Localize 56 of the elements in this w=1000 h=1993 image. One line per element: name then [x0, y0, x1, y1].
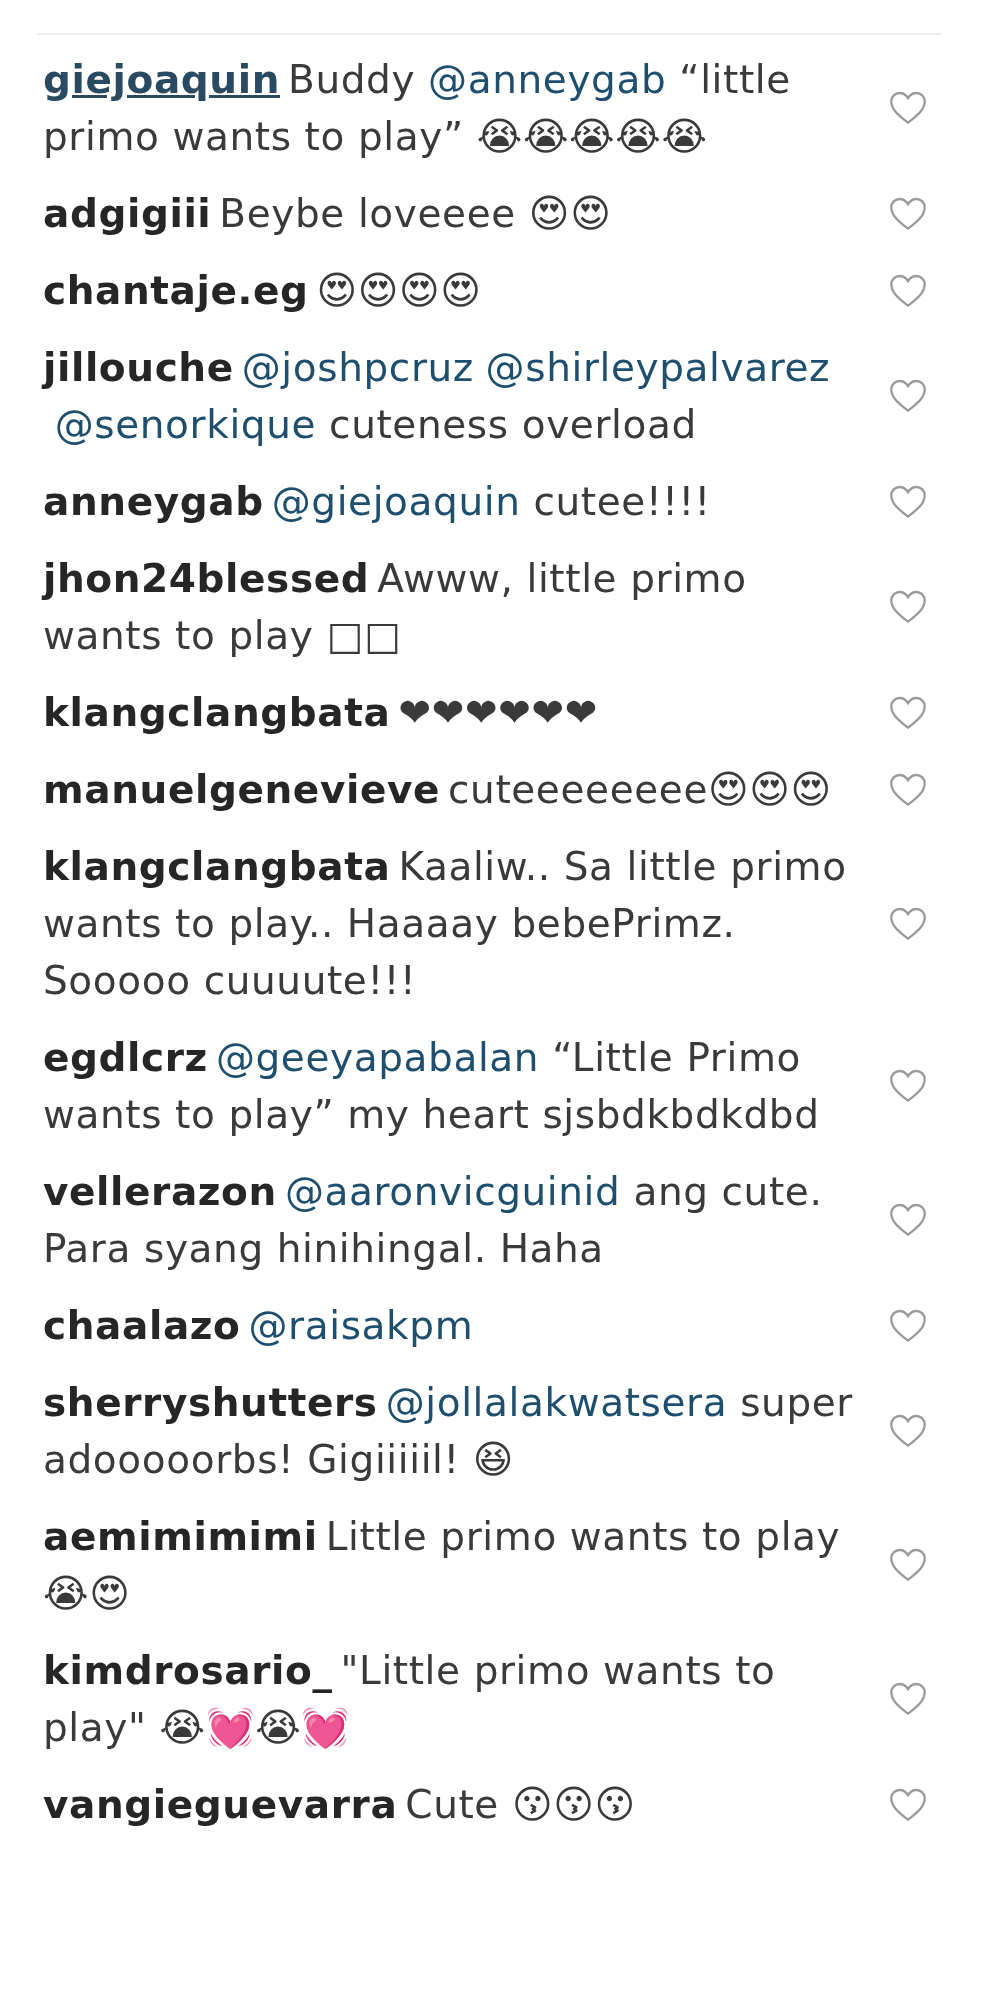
username-link[interactable]: jillouche	[43, 345, 234, 390]
username-link[interactable]: vellerazon	[43, 1169, 277, 1214]
username-link[interactable]: vangieguevarra	[43, 1782, 398, 1827]
username-link[interactable]: manuelgenevieve	[43, 767, 440, 812]
heart-icon[interactable]	[889, 273, 927, 308]
heart-icon[interactable]	[889, 91, 927, 125]
comment-text: klangclangbata ❤❤❤❤❤❤	[43, 689, 600, 737]
heart-icon[interactable]	[889, 1548, 927, 1582]
heart-icon[interactable]	[889, 1414, 927, 1448]
comment-text: klangclangbata Kaaliw.. Sa little primo wants to play.. Haaaay bebePrimz. Sooooo cuuuute!!!	[43, 843, 848, 1005]
heart-icon[interactable]	[889, 772, 927, 807]
heart-icon[interactable]	[889, 695, 927, 730]
heart-icon[interactable]	[889, 484, 927, 519]
comment-text: sherryshutters @jollalakwatsera super adooooorbs! Gigiiiiil! 😆	[43, 1379, 854, 1484]
comment-text: egdlcrz @geeyapabalan “Little Primo wants to play” my heart sjsbdkbdkdbd	[43, 1034, 821, 1139]
comment-text: giejoaquin Buddy @anneygab “little primo wants to play” 😭😭😭😭😭	[43, 56, 792, 161]
comment-text: chantaje.eg 😍😍😍😍	[43, 267, 483, 315]
mention-link[interactable]: @joshpcruz	[241, 345, 474, 390]
username-link[interactable]: sherryshutters	[43, 1380, 378, 1425]
username-link[interactable]: adgigiii	[43, 191, 212, 236]
heart-icon[interactable]	[889, 906, 927, 941]
mention-link[interactable]: @geeyapabalan	[215, 1035, 540, 1080]
comment-text: kimdrosario_ "Little primo wants to play" 😭💓😭💓	[43, 1647, 777, 1752]
heart-icon[interactable]	[889, 1203, 927, 1237]
username-link[interactable]: klangclangbata	[43, 844, 391, 889]
mention-link[interactable]: @aaronvicguinid	[284, 1169, 621, 1214]
comment-text: jhon24blessed Awww, little primo wants to play □□	[43, 555, 748, 660]
username-link[interactable]: aemimimimi	[43, 1514, 318, 1559]
mention-link[interactable]: @shirleypalvarez	[485, 345, 831, 390]
mention-link[interactable]: @anneygab	[428, 57, 667, 102]
username-link[interactable]: kimdrosario_	[43, 1648, 333, 1693]
comment-text: vangieguevarra Cute 😗😗😗	[43, 1781, 637, 1829]
username-link[interactable]: giejoaquin	[43, 57, 281, 102]
mention-link[interactable]: @raisakpm	[248, 1303, 474, 1348]
comment-text: jillouche @joshpcruz @shirleypalvarez @senorkique cuteness overload	[43, 344, 832, 449]
username-link[interactable]: chaalazo	[43, 1303, 241, 1348]
comment-text: anneygab @giejoaquin cutee!!!!	[43, 478, 712, 526]
username-link[interactable]: anneygab	[43, 479, 264, 524]
username-link[interactable]: egdlcrz	[43, 1035, 208, 1080]
comment-text: aemimimimi Little primo wants to play 😭😍	[43, 1513, 842, 1618]
heart-icon[interactable]	[889, 196, 927, 231]
username-link[interactable]: jhon24blessed	[43, 556, 370, 601]
comment-text: adgigiii Beybe loveeee 😍😍	[43, 190, 613, 238]
mention-link[interactable]: @giejoaquin	[271, 479, 521, 524]
heart-icon[interactable]	[889, 1682, 927, 1716]
mention-link[interactable]: @jollalakwatsera	[385, 1380, 728, 1425]
heart-icon[interactable]	[889, 590, 927, 624]
username-link[interactable]: klangclangbata	[43, 690, 391, 735]
username-link[interactable]: chantaje.eg	[43, 268, 309, 313]
heart-icon[interactable]	[889, 1069, 927, 1103]
mention-link[interactable]: @senorkique	[54, 402, 317, 447]
heart-icon[interactable]	[889, 1787, 927, 1822]
heart-icon[interactable]	[889, 1308, 927, 1343]
heart-icon[interactable]	[889, 379, 927, 413]
comment-text: vellerazon @aaronvicguinid ang cute. Para syang hinihingal. Haha	[43, 1168, 824, 1273]
comment-text: manuelgenevieve cuteeeeeeee😍😍😍	[43, 766, 833, 814]
